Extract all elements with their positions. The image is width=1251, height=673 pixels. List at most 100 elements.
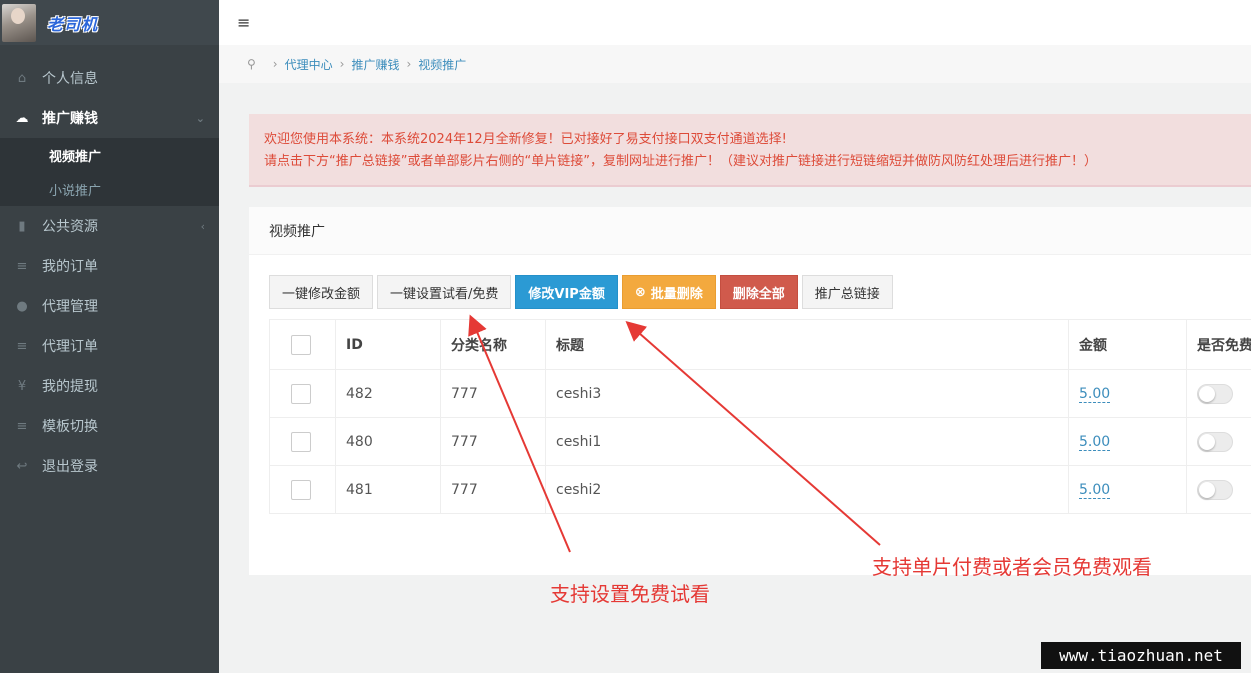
toolbar: 一键修改金额 一键设置试看/免费 修改VIP金额 ⊗ 批量删除 删除全部 推广总… xyxy=(269,275,893,309)
free-toggle[interactable] xyxy=(1197,431,1233,452)
edit-vip-amount-button[interactable]: 修改VIP金额 xyxy=(515,275,618,309)
sidebar-item-logout[interactable]: ↩ 退出登录 xyxy=(0,446,219,486)
amount-editable[interactable]: 5.00 xyxy=(1079,481,1111,499)
cell-free xyxy=(1186,369,1251,418)
trial-annotation: 支持设置免费试看 xyxy=(550,582,710,606)
table-header-row: ID 分类名称 标题 金额 是否免费 xyxy=(269,319,1251,370)
chevron-left-icon: ‹ xyxy=(200,219,205,233)
alert-line-1: 欢迎您使用本系统：本系统2024年12月全新修复！已对接好了易支付接口双支付通道… xyxy=(264,132,787,147)
cell-category: 777 xyxy=(440,369,546,418)
sidebar-item-agent-orders[interactable]: ≡ 代理订单 xyxy=(0,326,219,366)
row-select-cell xyxy=(269,369,336,418)
sidebar-item-label: 代理管理 xyxy=(42,299,98,315)
amount-editable[interactable]: 5.00 xyxy=(1079,433,1111,451)
list-icon: ≡ xyxy=(16,258,28,274)
sidebar-item-resources[interactable]: ▮ 公共资源 ‹ xyxy=(0,206,219,246)
sidebar-subitem-novel[interactable]: 小说推广 xyxy=(0,172,219,206)
breadcrumb-separator-icon: › xyxy=(339,57,345,71)
cell-amount: 5.00 xyxy=(1068,465,1187,514)
sidebar-item-label: 公共资源 xyxy=(42,219,98,235)
list-icon: ≡ xyxy=(16,418,28,434)
location-pin-icon: ⚲ xyxy=(247,57,256,71)
cloud-icon: ☁ xyxy=(15,110,29,126)
promo-link-button[interactable]: 推广总链接 xyxy=(801,275,893,309)
cell-free xyxy=(1186,465,1251,514)
sidebar-item-label: 我的订单 xyxy=(42,259,98,275)
row-checkbox[interactable] xyxy=(291,431,311,452)
avatar xyxy=(2,3,36,42)
sidebar-subitem-video[interactable]: 视频推广 xyxy=(0,138,219,172)
users-icon: ● xyxy=(16,298,28,314)
sidebar-item-withdraw[interactable]: ¥ 我的提现 xyxy=(0,366,219,406)
column-header-free[interactable]: 是否免费 xyxy=(1186,319,1251,370)
sidebar-item-template[interactable]: ≡ 模板切换 xyxy=(0,406,219,446)
free-toggle[interactable] xyxy=(1197,479,1233,500)
sidebar-item-orders[interactable]: ≡ 我的订单 xyxy=(0,246,219,286)
close-circle-icon: ⊗ xyxy=(634,284,646,300)
panel-title: 视频推广 xyxy=(249,207,1251,255)
sidebar-submenu: 视频推广 小说推广 xyxy=(0,138,219,206)
menu-toggle-icon[interactable]: ≡ xyxy=(237,13,250,32)
batch-delete-button[interactable]: ⊗ 批量删除 xyxy=(621,275,716,309)
select-all-cell xyxy=(269,319,336,370)
column-header-amount[interactable]: 金额 xyxy=(1068,319,1187,370)
sidebar-item-promotion[interactable]: ☁ 推广赚钱 ⌄ xyxy=(0,98,219,138)
chevron-down-icon: ⌄ xyxy=(195,111,205,125)
sidebar-item-label: 代理订单 xyxy=(42,339,98,355)
brand-title: 老司机 xyxy=(47,14,99,34)
breadcrumb: ⚲ › 代理中心 › 推广赚钱 › 视频推广 xyxy=(219,45,1251,83)
table-row: 482 777 ceshi3 5.00 xyxy=(269,369,1251,418)
sidebar-item-label: 个人信息 xyxy=(42,71,98,87)
row-checkbox[interactable] xyxy=(291,479,311,500)
reply-icon: ↩ xyxy=(16,458,28,474)
sidebar-item-label: 退出登录 xyxy=(42,459,98,475)
single-annotation: 支持单片付费或者会员免费观看 xyxy=(872,555,1152,579)
sidebar-item-label: 推广赚钱 xyxy=(42,111,98,127)
column-header-id[interactable]: ID xyxy=(335,319,441,370)
sidebar-item-label: 模板切换 xyxy=(42,419,98,435)
breadcrumb-item-promotion[interactable]: 推广赚钱 xyxy=(351,56,399,73)
column-header-category[interactable]: 分类名称 xyxy=(440,319,546,370)
cell-category: 777 xyxy=(440,465,546,514)
watermark: www.tiaozhuan.net xyxy=(1041,642,1241,669)
delete-all-button[interactable]: 删除全部 xyxy=(719,275,798,309)
edit-amount-button[interactable]: 一键修改金额 xyxy=(269,275,374,309)
sidebar-item-label: 我的提现 xyxy=(42,379,98,395)
breadcrumb-separator-icon: › xyxy=(272,57,278,71)
top-bar: ≡ xyxy=(219,0,1251,45)
cell-amount: 5.00 xyxy=(1068,369,1187,418)
yen-icon: ¥ xyxy=(17,378,27,394)
cell-id: 480 xyxy=(335,417,441,466)
breadcrumb-item-agent-center[interactable]: 代理中心 xyxy=(285,56,333,73)
alert-line-2: 请点击下方“推广总链接”或者单部影片右侧的“单片链接”，复制网址进行推广！（建议… xyxy=(264,154,1097,169)
cell-id: 481 xyxy=(335,465,441,514)
amount-editable[interactable]: 5.00 xyxy=(1079,385,1111,403)
row-select-cell xyxy=(269,465,336,514)
table-row: 481 777 ceshi2 5.00 xyxy=(269,465,1251,514)
breadcrumb-item-video[interactable]: 视频推广 xyxy=(418,56,466,73)
bars-icon: ≡ xyxy=(16,338,28,354)
cell-title: ceshi1 xyxy=(545,417,1069,466)
breadcrumb-separator-icon: › xyxy=(406,57,412,71)
table-row: 480 777 ceshi1 5.00 xyxy=(269,417,1251,466)
row-select-cell xyxy=(269,417,336,466)
sidebar-item-agents[interactable]: ● 代理管理 xyxy=(0,286,219,326)
row-checkbox[interactable] xyxy=(291,383,311,404)
home-icon: ⌂ xyxy=(17,70,27,86)
brand[interactable]: 老司机 xyxy=(0,0,219,45)
cell-amount: 5.00 xyxy=(1068,417,1187,466)
cell-title: ceshi2 xyxy=(545,465,1069,514)
cell-free xyxy=(1186,417,1251,466)
sidebar-menu: ⌂ 个人信息 ☁ 推广赚钱 ⌄ 视频推广 小说推广 ▮ 公共资源 ‹ ≡ 我的订… xyxy=(0,58,219,486)
cell-category: 777 xyxy=(440,417,546,466)
batch-delete-label: 批量删除 xyxy=(650,286,703,302)
sidebar-item-profile[interactable]: ⌂ 个人信息 xyxy=(0,58,219,98)
cell-id: 482 xyxy=(335,369,441,418)
free-toggle[interactable] xyxy=(1197,383,1233,404)
set-trial-button[interactable]: 一键设置试看/免费 xyxy=(377,275,512,309)
column-header-title[interactable]: 标题 xyxy=(545,319,1069,370)
main-content: 欢迎您使用本系统：本系统2024年12月全新修复！已对接好了易支付接口双支付通道… xyxy=(219,83,1251,673)
video-icon: ▮ xyxy=(18,218,26,234)
sidebar: 老司机 ⌂ 个人信息 ☁ 推广赚钱 ⌄ 视频推广 小说推广 ▮ 公共资源 ‹ ≡… xyxy=(0,0,219,673)
select-all-checkbox[interactable] xyxy=(291,334,311,355)
